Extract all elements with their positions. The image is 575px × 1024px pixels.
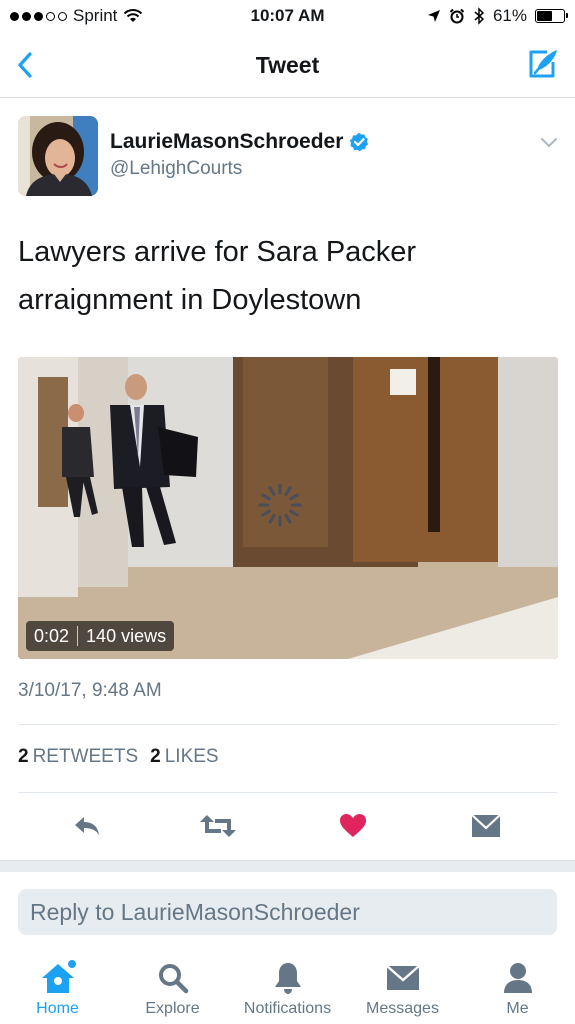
avatar[interactable]	[18, 116, 98, 196]
reply-input[interactable]: Reply to LaurieMasonSchroeder	[18, 889, 557, 935]
video-views: 140 views	[86, 625, 167, 646]
new-content-dot	[67, 960, 76, 968]
video-frame	[18, 357, 558, 659]
retweets-count: 2	[18, 746, 29, 767]
reply-icon	[75, 817, 99, 835]
location-arrow-icon	[427, 10, 440, 22]
battery-icon	[535, 9, 568, 23]
reply-button[interactable]	[67, 806, 107, 846]
tab-explore[interactable]: Explore	[115, 960, 230, 1018]
author-name[interactable]: LaurieMasonSchroeder	[110, 130, 369, 154]
retweets-stat[interactable]: 2 RETWEETS	[18, 746, 138, 768]
likes-label: LIKES	[164, 746, 219, 767]
search-icon	[153, 960, 193, 996]
bell-icon	[268, 960, 308, 996]
avatar-photo	[18, 116, 98, 196]
likes-count: 2	[150, 746, 161, 767]
heart-icon	[340, 814, 366, 837]
compose-tweet-icon[interactable]	[525, 46, 561, 82]
tweet-stats: 2 RETWEETS 2 LIKES	[18, 746, 219, 768]
person-icon	[498, 960, 538, 996]
retweet-button[interactable]	[198, 806, 238, 846]
chevron-down-icon[interactable]	[539, 136, 559, 150]
envelope-icon	[471, 814, 501, 837]
tab-home[interactable]: Home	[0, 960, 115, 1018]
tweet-detail-screen: Sprint 10:07 AM 61% Tweet LaurieMasonSch…	[0, 0, 575, 1024]
alarm-icon	[449, 8, 465, 24]
badge-separator	[77, 626, 79, 646]
tweet-text: Lawyers arrive for Sara Packer arraignme…	[18, 228, 558, 324]
tweet-actions	[0, 792, 575, 860]
divider	[18, 724, 557, 725]
status-bar: Sprint 10:07 AM 61%	[0, 0, 575, 34]
tab-me[interactable]: Me	[460, 960, 575, 1018]
status-right: 61%	[427, 6, 568, 26]
share-button[interactable]	[466, 806, 506, 846]
tweet-text-line: arraignment in Doylestown	[18, 284, 362, 316]
tab-bar: Home Explore Notifications Messages Me	[0, 950, 575, 1024]
verified-badge-icon	[350, 132, 369, 152]
likes-stat[interactable]: 2 LIKES	[150, 746, 218, 768]
author-name-text: LaurieMasonSchroeder	[110, 130, 344, 153]
bluetooth-icon	[474, 7, 485, 25]
battery-percent: 61%	[492, 6, 527, 25]
tab-messages[interactable]: Messages	[345, 960, 460, 1018]
video-duration: 0:02	[34, 625, 70, 646]
retweet-icon	[200, 815, 236, 837]
tab-notifications[interactable]: Notifications	[230, 960, 345, 1018]
tab-label: Notifications	[243, 1000, 332, 1017]
home-icon	[38, 960, 78, 996]
tab-label: Explore	[145, 1000, 200, 1017]
reply-placeholder: Reply to LaurieMasonSchroeder	[30, 899, 360, 925]
like-button[interactable]	[333, 806, 373, 846]
tweet-timestamp: 3/10/17, 9:48 AM	[18, 680, 162, 701]
video-player[interactable]: 0:02 140 views	[18, 357, 558, 659]
tab-label: Home	[36, 1000, 79, 1017]
envelope-icon	[383, 960, 423, 996]
video-info-badge: 0:02 140 views	[26, 621, 175, 651]
retweets-label: RETWEETS	[32, 746, 139, 767]
nav-bar: Tweet	[0, 34, 575, 98]
section-separator	[0, 860, 575, 872]
tab-label: Messages	[366, 1000, 439, 1017]
author-handle: @LehighCourts	[110, 158, 243, 179]
nav-title: Tweet	[255, 52, 320, 78]
tab-label: Me	[506, 1000, 529, 1017]
battery-fill	[537, 11, 553, 21]
tweet-text-line: Lawyers arrive for Sara Packer	[18, 236, 417, 268]
